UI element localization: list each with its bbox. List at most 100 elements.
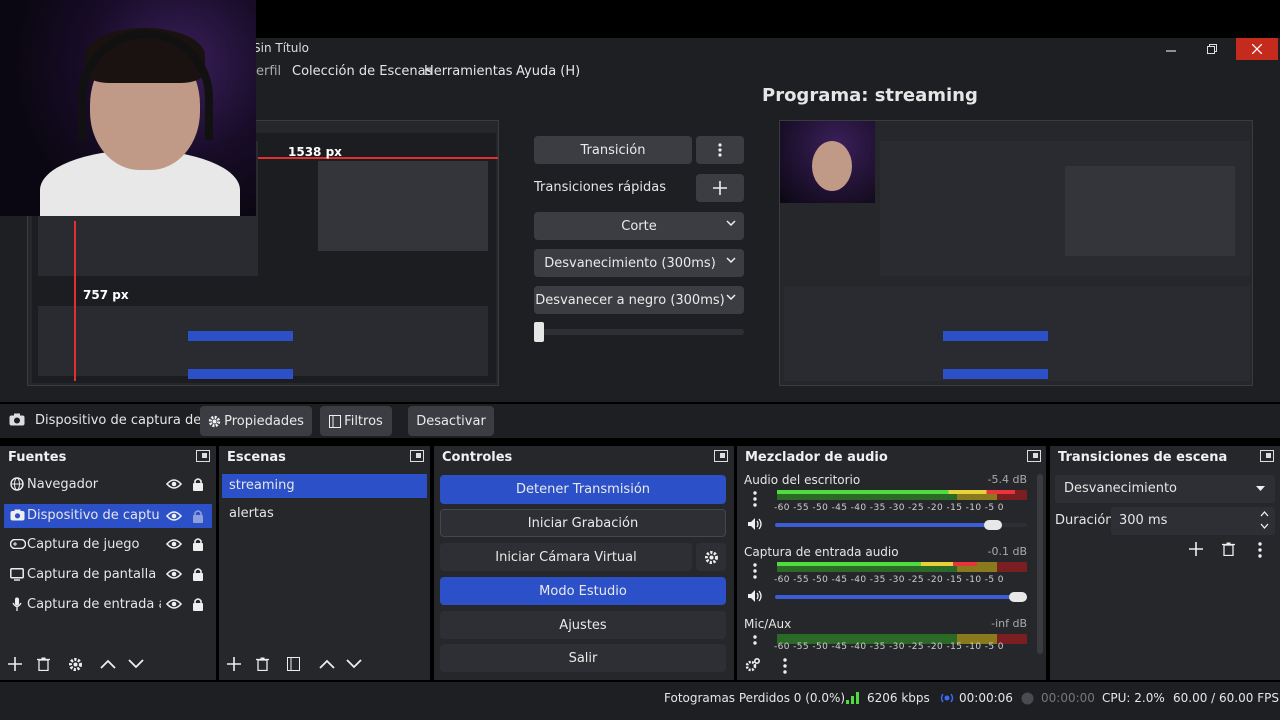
transition-menu-icon[interactable] [1258,542,1262,558]
chevron-down-icon[interactable] [346,659,362,669]
add-source-icon[interactable] [8,657,22,671]
caret-down-icon [1256,486,1265,491]
transition-button[interactable]: Transición [534,136,692,164]
stop-stream-button[interactable]: Detener Transmisión [440,475,726,504]
scene-item-streaming[interactable]: streaming [222,474,427,498]
volume-slider[interactable] [775,520,1027,530]
lock-icon[interactable] [192,597,204,611]
chevron-down-icon[interactable] [128,659,144,669]
properties-button[interactable]: Propiedades [200,406,312,436]
menu-item-profile[interactable]: erfil [256,64,281,79]
add-quick-transition-icon[interactable] [696,174,744,202]
list-item[interactable]: Captura de juego [6,534,212,556]
menu-item-help[interactable]: Ayuda (H) [516,64,580,79]
signal-icon [846,692,860,704]
window-title: Sin Título [253,41,310,55]
volume-meter [777,562,1027,572]
eye-icon[interactable] [166,598,182,610]
add-transition-icon[interactable] [1189,542,1203,556]
channel-menu-icon[interactable] [753,635,757,647]
quick-transition-fade[interactable]: Desvanecimiento (300ms) [534,249,744,277]
filters-button[interactable]: Filtros [320,406,392,436]
mixer-title: Mezclador de audio [745,450,888,465]
transition-slider-handle[interactable] [534,322,544,342]
preview-height-label: 757 px [83,288,129,302]
duration-spinbox[interactable]: 300 ms [1111,507,1275,535]
eye-icon[interactable] [166,538,182,550]
trash-icon[interactable] [1222,542,1235,556]
start-recording-button[interactable]: Iniciar Grabación [440,509,726,537]
controls-dock: Controles Detener Transmisión Iniciar Gr… [434,446,734,680]
mixer-channel-audio-input: Captura de entrada audio -0.1 dB -60 -55… [737,543,1037,613]
lock-icon[interactable] [192,477,204,491]
eye-icon[interactable] [166,510,182,522]
chevron-up-icon[interactable] [100,659,116,669]
transition-select[interactable]: Desvanecimiento [1055,475,1275,503]
list-item[interactable]: Captura de pantalla [6,564,212,586]
meter-ticks: -60 -55 -50 -45 -40 -35 -30 -25 -20 -15 … [774,575,1004,585]
quick-transition-fade-black[interactable]: Desvanecer a negro (300ms) [534,286,744,314]
microphone-icon [12,597,22,612]
volume-slider[interactable] [775,592,1027,602]
trash-icon[interactable] [256,657,269,671]
gear-icon[interactable] [68,657,83,672]
fps-readout: 60.00 / 60.00 FPS [1173,691,1279,705]
minimize-icon[interactable] [1162,40,1180,58]
menu-item-scene-collection[interactable]: Colección de Escenas [292,64,432,79]
dock-float-icon[interactable] [1027,450,1041,462]
record-time: 00:00:00 [1041,691,1095,705]
settings-button[interactable]: Ajustes [440,611,726,639]
close-icon[interactable] [1236,38,1278,60]
lock-icon[interactable] [192,567,204,581]
scene-item-alertas[interactable]: alertas [222,502,427,526]
preview-width-label: 1538 px [288,145,342,159]
channel-menu-icon[interactable] [753,563,757,579]
chevron-down-icon [726,294,736,300]
filter-icon [329,414,342,428]
start-virtual-cam-button[interactable]: Iniciar Cámara Virtual [440,543,692,571]
monitor-icon [10,568,24,581]
mixer-scrollbar[interactable] [1037,474,1043,654]
exit-button[interactable]: Salir [440,644,726,672]
chevron-up-icon[interactable] [319,659,335,669]
lock-icon[interactable] [192,537,204,551]
meter-ticks: -60 -55 -50 -45 -40 -35 -30 -25 -20 -15 … [774,642,1004,652]
deactivate-button[interactable]: Desactivar [408,406,494,436]
studio-area: 1538 px 757 px Transición Transiciones r… [0,0,1280,402]
transition-slider[interactable] [534,322,744,342]
spin-down-icon[interactable] [1260,523,1269,529]
list-item-selected[interactable]: Dispositivo de captura c [4,504,212,528]
transition-more-icon[interactable] [696,136,744,164]
meter-ticks: -60 -55 -50 -45 -40 -35 -30 -25 -20 -15 … [774,503,1004,513]
menu-item-tools[interactable]: Herramientas [424,64,513,79]
unlock-icon[interactable] [192,509,204,523]
studio-mode-button[interactable]: Modo Estudio [440,577,726,605]
dock-float-icon[interactable] [196,450,210,462]
mixer-settings-icon[interactable] [745,658,761,672]
restore-icon[interactable] [1203,40,1221,58]
quick-transition-cut[interactable]: Corte [534,212,744,240]
spin-up-icon[interactable] [1260,511,1269,517]
scene-filter-icon[interactable] [287,657,300,671]
record-icon [1021,692,1034,705]
channel-menu-icon[interactable] [753,491,757,507]
list-item[interactable]: Captura de entrada aud [6,594,212,616]
dock-float-icon[interactable] [410,450,424,462]
mixer-menu-icon[interactable] [783,658,787,674]
dock-float-icon[interactable] [1260,450,1274,462]
speaker-icon[interactable] [747,517,764,531]
scene-transitions-dock: Transiciones de escena Desvanecimiento D… [1050,446,1280,680]
gear-icon [208,415,221,428]
trash-icon[interactable] [37,657,50,671]
program-canvas [779,120,1253,386]
volume-meter [777,490,1027,500]
eye-icon[interactable] [166,568,182,580]
camera-icon [9,413,25,426]
quick-transitions-label: Transiciones rápidas [534,180,666,195]
list-item[interactable]: Navegador [6,474,212,496]
virtual-cam-settings-icon[interactable] [696,543,726,571]
dock-float-icon[interactable] [714,450,728,462]
add-scene-icon[interactable] [227,657,241,671]
eye-icon[interactable] [166,478,182,490]
speaker-icon[interactable] [747,589,764,603]
